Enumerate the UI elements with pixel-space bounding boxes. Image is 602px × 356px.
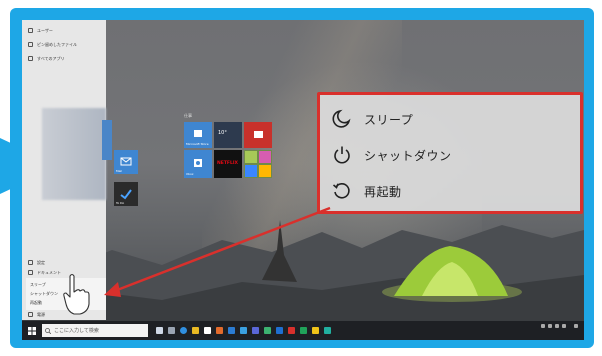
- ime-icon[interactable]: [561, 324, 566, 328]
- system-tray: [540, 324, 578, 328]
- tray-chevron-icon[interactable]: [540, 324, 545, 328]
- store-icon[interactable]: [204, 327, 211, 334]
- excel-icon[interactable]: [300, 327, 307, 334]
- media-icon[interactable]: [288, 327, 295, 334]
- edge-icon[interactable]: [180, 327, 187, 334]
- notification-icon[interactable]: [574, 324, 578, 328]
- network-icon[interactable]: [547, 324, 552, 328]
- pointing-hand-icon: [63, 273, 90, 315]
- windows-logo-icon: [28, 326, 36, 335]
- taskbar-apps: [156, 327, 331, 334]
- clock[interactable]: [569, 324, 571, 328]
- start-button[interactable]: [22, 321, 42, 340]
- photos-icon[interactable]: [264, 327, 271, 334]
- word-icon[interactable]: [276, 327, 283, 334]
- file-explorer-icon[interactable]: [192, 327, 199, 334]
- search-icon: [45, 327, 51, 334]
- taskview-icon[interactable]: [156, 327, 163, 334]
- mail-icon[interactable]: [228, 327, 235, 334]
- search-placeholder: ここに入力して検索: [54, 328, 99, 334]
- taskbar-search-box[interactable]: ここに入力して検索: [42, 324, 148, 337]
- calendar-icon[interactable]: [240, 327, 247, 334]
- app-icon[interactable]: [324, 327, 331, 334]
- office-icon[interactable]: [216, 327, 223, 334]
- sticky-icon[interactable]: [312, 327, 319, 334]
- teams-icon[interactable]: [252, 327, 259, 334]
- widgets-icon[interactable]: [168, 327, 175, 334]
- taskbar: ここに入力して検索: [22, 321, 584, 340]
- volume-icon[interactable]: [554, 324, 559, 328]
